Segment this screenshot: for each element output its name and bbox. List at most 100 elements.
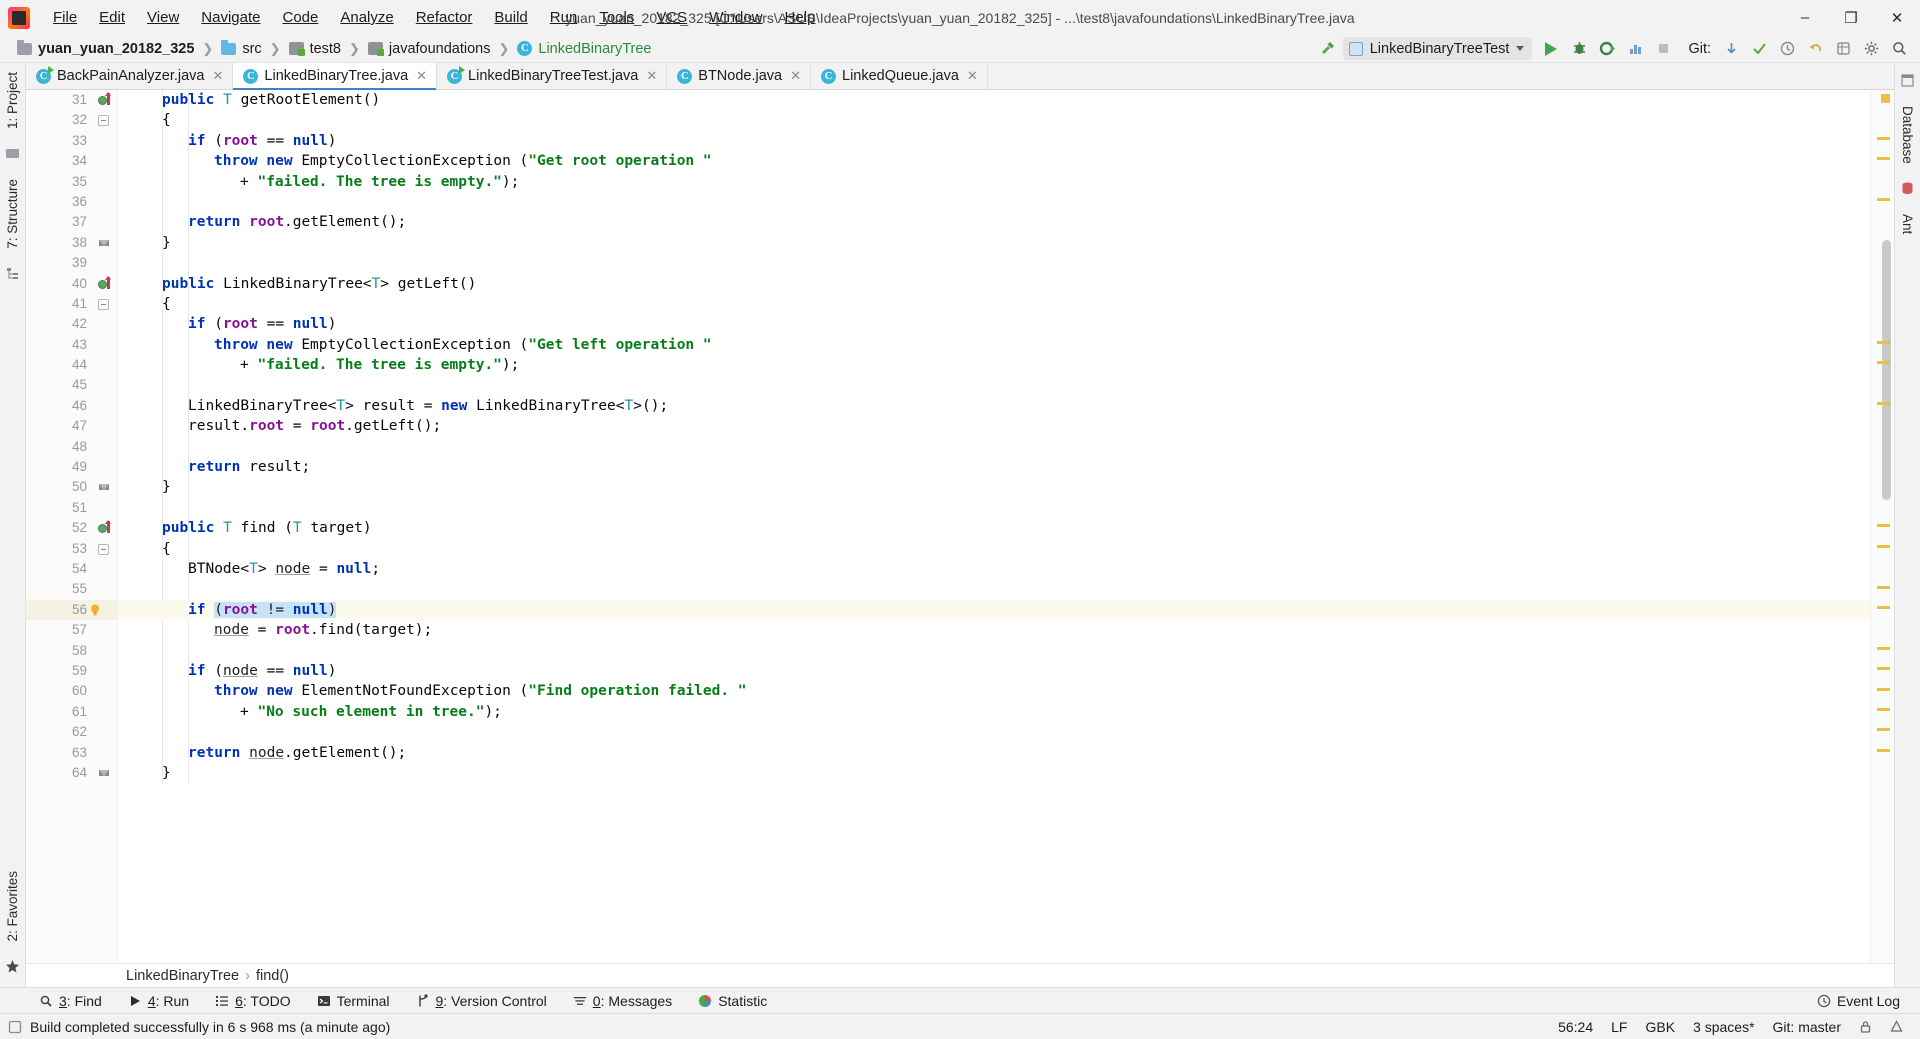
line-number[interactable]: 50	[26, 477, 117, 497]
fold-region-end-icon[interactable]	[98, 238, 109, 249]
sidebar-item-favorites[interactable]: 2: Favorites	[1, 862, 24, 951]
menu-vcs[interactable]: VCS	[645, 5, 698, 30]
project-files-icon[interactable]	[5, 146, 21, 162]
undo-icon[interactable]	[1802, 37, 1828, 61]
editor-tab-linkedbinarytree[interactable]: LinkedBinaryTree.java ✕	[233, 63, 438, 90]
tool-window-find[interactable]: 3: Find	[26, 990, 115, 1012]
line-number[interactable]: 52	[26, 518, 117, 538]
run-configuration-selector[interactable]: LinkedBinaryTreeTest	[1342, 37, 1533, 60]
menu-analyze[interactable]: Analyze	[329, 5, 404, 30]
line-number[interactable]: 57	[26, 620, 117, 640]
history-icon[interactable]	[1774, 37, 1800, 61]
menu-window[interactable]: Window	[698, 5, 773, 30]
code-line[interactable]: {	[118, 539, 1870, 559]
code-line[interactable]: public T find (T target)	[118, 518, 1870, 538]
warning-stripe-marker[interactable]	[1877, 545, 1890, 548]
inspection-summary-marker[interactable]	[1881, 94, 1890, 103]
run-method-gutter-icon[interactable]	[98, 92, 111, 107]
code-line[interactable]: }	[118, 477, 1870, 497]
tool-window-terminal[interactable]: Terminal	[304, 990, 403, 1012]
run-method-gutter-icon[interactable]	[98, 520, 111, 535]
code-line[interactable]	[118, 253, 1870, 273]
code-editor[interactable]: 31 32 33 34 35 36 37 38 39 40 41 42 43 44 45 46 47 48 49 50…	[26, 90, 1894, 963]
run-method-gutter-icon[interactable]	[98, 275, 111, 291]
commit-icon[interactable]	[1746, 37, 1772, 61]
tab-close-icon[interactable]: ✕	[965, 68, 980, 84]
warning-stripe-marker[interactable]	[1877, 708, 1890, 711]
warning-stripe-marker[interactable]	[1877, 198, 1890, 201]
breadcrumb-editor-method[interactable]: find()	[256, 968, 289, 984]
line-number[interactable]: 55	[26, 579, 117, 599]
profiler-icon[interactable]	[1622, 37, 1648, 61]
code-line[interactable]: {	[118, 294, 1870, 314]
code-line[interactable]: if (root == null)	[118, 314, 1870, 334]
line-number[interactable]: 46	[26, 396, 117, 416]
read-only-icon[interactable]	[1850, 1017, 1881, 1037]
line-number[interactable]: 49	[26, 457, 117, 477]
menu-navigate[interactable]: Navigate	[190, 5, 271, 30]
code-line[interactable]: LinkedBinaryTree<T> result = new LinkedB…	[118, 396, 1870, 416]
star-icon[interactable]	[5, 959, 21, 975]
menu-tools[interactable]: Tools	[588, 5, 645, 30]
line-number[interactable]: 40	[26, 274, 117, 294]
minimize-button[interactable]: –	[1782, 0, 1828, 35]
line-number[interactable]: 63	[26, 743, 117, 763]
editor-tab-linkedbinarytreetest[interactable]: LinkedBinaryTreeTest.java ✕	[437, 63, 668, 89]
line-number[interactable]: 43	[26, 335, 117, 355]
menu-run[interactable]: Run	[539, 5, 589, 30]
code-line[interactable]	[118, 375, 1870, 395]
warning-stripe-marker[interactable]	[1877, 688, 1890, 691]
code-line[interactable]	[118, 641, 1870, 661]
breadcrumb-class[interactable]: LinkedBinaryTree	[514, 40, 654, 58]
code-line[interactable]: throw new EmptyCollectionException ("Get…	[118, 151, 1870, 171]
line-number[interactable]: 44	[26, 355, 117, 375]
line-number[interactable]: 56	[26, 599, 117, 621]
tool-window-run[interactable]: 4: Run	[115, 990, 202, 1012]
code-line[interactable]: return root.getElement();	[118, 212, 1870, 232]
maximize-strip-icon[interactable]	[1900, 73, 1916, 89]
line-number[interactable]: 32	[26, 110, 117, 130]
fold-region-icon[interactable]	[98, 115, 109, 127]
run-with-coverage-icon[interactable]	[1594, 37, 1620, 61]
event-log-button[interactable]: Event Log	[1809, 990, 1908, 1012]
line-number[interactable]: 39	[26, 253, 117, 273]
settings-icon[interactable]	[1858, 37, 1884, 61]
indent-setting[interactable]: 3 spaces*	[1684, 1016, 1763, 1038]
menu-file[interactable]: File	[42, 5, 88, 30]
sidebar-item-structure[interactable]: 7: Structure	[1, 170, 24, 258]
tab-close-icon[interactable]: ✕	[644, 68, 659, 84]
warning-stripe-marker[interactable]	[1877, 586, 1890, 589]
breadcrumb-test8[interactable]: test8	[286, 40, 344, 58]
code-line[interactable]: throw new ElementNotFoundException ("Fin…	[118, 681, 1870, 701]
line-number[interactable]: 54	[26, 559, 117, 579]
close-button[interactable]: ✕	[1874, 0, 1920, 35]
line-number[interactable]: 53	[26, 539, 117, 559]
code-line[interactable]: + "failed. The tree is empty.");	[118, 172, 1870, 192]
code-line[interactable]	[118, 498, 1870, 518]
code-line[interactable]: result.root = root.getLeft();	[118, 416, 1870, 436]
warning-stripe-marker[interactable]	[1877, 524, 1890, 527]
line-number[interactable]: 60	[26, 681, 117, 701]
line-number[interactable]: 34	[26, 151, 117, 171]
file-encoding[interactable]: GBK	[1636, 1016, 1684, 1038]
menu-build[interactable]: Build	[483, 5, 538, 30]
breadcrumb-javafoundations[interactable]: javafoundations	[365, 40, 494, 58]
menu-help[interactable]: Help	[774, 5, 827, 30]
fold-region-end-icon[interactable]	[98, 482, 109, 493]
line-number[interactable]: 33	[26, 131, 117, 151]
warning-stripe-marker[interactable]	[1877, 402, 1890, 405]
line-number[interactable]: 59	[26, 661, 117, 681]
tool-window-version-control[interactable]: 9: Version Control	[403, 990, 560, 1012]
line-number[interactable]: 45	[26, 375, 117, 395]
tab-close-icon[interactable]: ✕	[788, 68, 803, 84]
structure-tree-icon[interactable]	[5, 266, 21, 282]
warning-stripe-marker[interactable]	[1877, 157, 1890, 160]
tab-close-icon[interactable]: ✕	[414, 68, 429, 84]
warning-stripe-marker[interactable]	[1877, 667, 1890, 670]
project-structure-icon[interactable]	[1830, 37, 1856, 61]
code-line[interactable]	[118, 192, 1870, 212]
warning-stripe-marker[interactable]	[1877, 606, 1890, 609]
code-line[interactable]: public LinkedBinaryTree<T> getLeft()	[118, 274, 1870, 294]
line-number[interactable]: 42	[26, 314, 117, 334]
breadcrumb-src[interactable]: src	[218, 39, 264, 58]
